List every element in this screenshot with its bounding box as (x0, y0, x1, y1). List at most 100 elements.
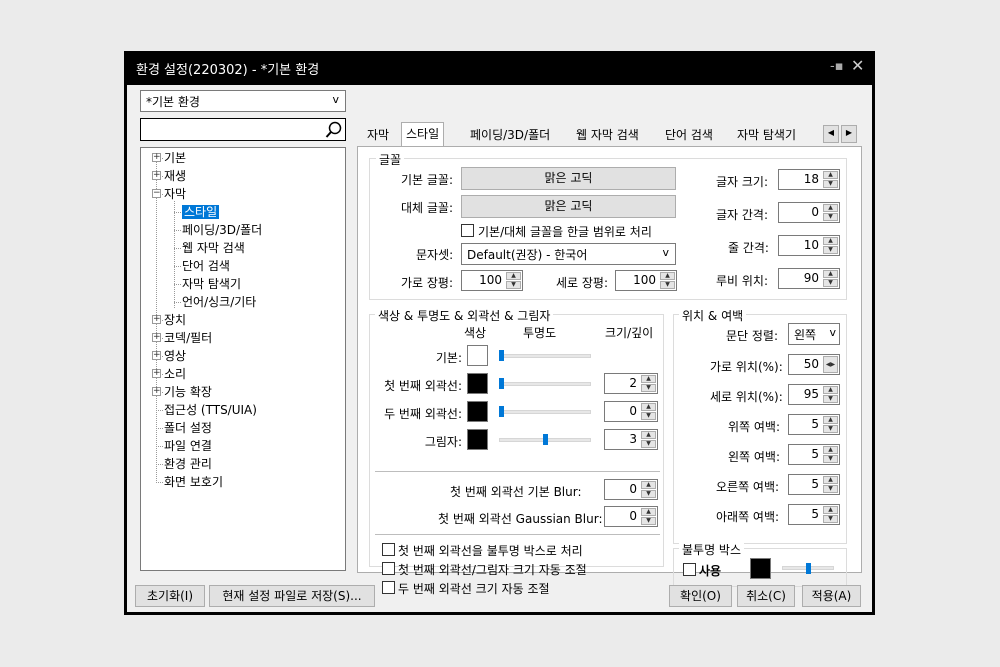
char-spacing-stepper[interactable]: 0 ▲ ▼ (778, 202, 840, 223)
spin-up-icon[interactable]: ▲ (641, 375, 656, 383)
tree-item-subtitle[interactable]: 자막 (164, 185, 186, 203)
ok-button[interactable]: 확인(O) (669, 585, 732, 607)
slider-thumb[interactable] (499, 350, 504, 361)
size-stepper-shadow[interactable]: 3 ▲ ▼ (604, 429, 658, 450)
tree-item-web-subtitle-search[interactable]: 웹 자막 검색 (182, 239, 245, 257)
tree-item-fading-3d-folder[interactable]: 페이딩/3D/폴더 (182, 221, 262, 239)
tree-item-sound[interactable]: 소리 (164, 365, 186, 383)
line-spacing-stepper[interactable]: 10 ▲ ▼ (778, 235, 840, 256)
tab-scroll-left-icon[interactable]: ◀ (823, 125, 839, 143)
spin-down-icon[interactable]: ▼ (506, 281, 521, 289)
tree-item-folder-settings[interactable]: 폴더 설정 (164, 419, 212, 437)
tree-item-word-search[interactable]: 단어 검색 (182, 257, 230, 275)
spin-up-icon[interactable]: ▲ (641, 508, 656, 516)
tree-item-style[interactable]: 스타일 (182, 203, 220, 221)
spin-down-icon[interactable]: ▼ (823, 485, 838, 493)
collapse-icon[interactable]: − (152, 189, 161, 198)
tab-subtitle[interactable]: 자막 (363, 124, 393, 146)
tree-item-profile-manage[interactable]: 환경 관리 (164, 455, 212, 473)
spin-up-icon[interactable]: ▲ (823, 416, 838, 424)
slider-thumb[interactable] (499, 406, 504, 417)
opaque-use-checkbox[interactable] (683, 563, 696, 576)
expand-icon[interactable]: + (152, 333, 161, 342)
spin-up-icon[interactable]: ▲ (823, 506, 838, 514)
spin-up-icon[interactable]: ▲ (506, 272, 521, 280)
spin-up-icon[interactable]: ▲ (641, 481, 656, 489)
alt-font-button[interactable]: 맑은 고딕 (461, 195, 676, 218)
spin-up-icon[interactable]: ▲ (660, 272, 675, 280)
spin-up-icon[interactable]: ▲ (641, 403, 656, 411)
spin-down-icon[interactable]: ▼ (823, 455, 838, 463)
spin-up-icon[interactable]: ▲ (823, 237, 838, 245)
spin-left-right-icon[interactable]: ◀▶ (823, 356, 838, 373)
opacity-slider-outline1[interactable] (499, 382, 591, 386)
expand-icon[interactable]: + (152, 369, 161, 378)
blur-stepper[interactable]: 0 ▲ ▼ (604, 479, 658, 500)
spin-up-icon[interactable]: ▲ (823, 270, 838, 278)
font-size-stepper[interactable]: 18 ▲ ▼ (778, 169, 840, 190)
spin-down-icon[interactable]: ▼ (823, 213, 838, 221)
title-bar[interactable]: 환경 설정(220302) - *기본 환경 ‑▪ ✕ (124, 51, 875, 85)
color-swatch-outline2[interactable] (467, 401, 488, 422)
opaque-color-swatch[interactable] (750, 558, 771, 579)
left-margin-stepper[interactable]: 5 ▲ ▼ (788, 444, 840, 465)
tab-web-subtitle-search[interactable]: 웹 자막 검색 (572, 124, 643, 146)
vpos-stepper[interactable]: 95 ▲ ▼ (788, 384, 840, 405)
slider-thumb[interactable] (499, 378, 504, 389)
vscale-stepper[interactable]: 100 ▲ ▼ (615, 270, 677, 291)
align-combo[interactable]: 왼쪽 v (788, 323, 840, 345)
cancel-button[interactable]: 취소(C) (737, 585, 795, 607)
tree-item-file-association[interactable]: 파일 연결 (164, 437, 212, 455)
spin-down-icon[interactable]: ▼ (660, 281, 675, 289)
spin-down-icon[interactable]: ▼ (823, 279, 838, 287)
close-icon[interactable]: ✕ (851, 56, 864, 75)
auto-size2-checkbox[interactable] (382, 581, 395, 594)
hscale-stepper[interactable]: 100 ▲ ▼ (461, 270, 523, 291)
tab-word-search[interactable]: 단어 검색 (661, 124, 717, 146)
reset-button[interactable]: 초기화(I) (135, 585, 205, 607)
spin-down-icon[interactable]: ▼ (823, 515, 838, 523)
tree-item-playback[interactable]: 재생 (164, 167, 186, 185)
opaque-box-checkbox[interactable] (382, 543, 395, 556)
tree-item-codec-filter[interactable]: 코덱/필터 (164, 329, 212, 347)
save-file-button[interactable]: 현재 설정 파일로 저장(S)... (209, 585, 375, 607)
spin-up-icon[interactable]: ▲ (823, 476, 838, 484)
hpos-stepper[interactable]: 50 ◀▶ (788, 354, 840, 375)
ruby-pos-stepper[interactable]: 90 ▲ ▼ (778, 268, 840, 289)
expand-icon[interactable]: + (152, 171, 161, 180)
top-margin-stepper[interactable]: 5 ▲ ▼ (788, 414, 840, 435)
spin-up-icon[interactable]: ▲ (823, 204, 838, 212)
spin-down-icon[interactable]: ▼ (823, 180, 838, 188)
tab-subtitle-explorer[interactable]: 자막 탐색기 (733, 124, 800, 146)
opacity-slider-base[interactable] (499, 354, 591, 358)
spin-down-icon[interactable]: ▼ (823, 246, 838, 254)
expand-icon[interactable]: + (152, 351, 161, 360)
tree-item-screensaver[interactable]: 화면 보호기 (164, 473, 223, 491)
base-font-button[interactable]: 맑은 고딕 (461, 167, 676, 190)
auto-size1-checkbox[interactable] (382, 562, 395, 575)
expand-icon[interactable]: + (152, 315, 161, 324)
tree-item-device[interactable]: 장치 (164, 311, 186, 329)
gauss-stepper[interactable]: 0 ▲ ▼ (604, 506, 658, 527)
spin-up-icon[interactable]: ▲ (823, 386, 838, 394)
spin-down-icon[interactable]: ▼ (641, 517, 656, 525)
slider-thumb[interactable] (542, 434, 548, 445)
spin-down-icon[interactable]: ▼ (641, 412, 656, 420)
tree-item-accessibility[interactable]: 접근성 (TTS/UIA) (164, 401, 257, 419)
tree-item-language-sync-etc[interactable]: 언어/싱크/기타 (182, 293, 256, 311)
charset-combo[interactable]: Default(권장) - 한국어 v (461, 243, 676, 265)
slider-thumb[interactable] (805, 563, 811, 574)
hangul-range-checkbox[interactable] (461, 224, 474, 237)
spin-down-icon[interactable]: ▼ (823, 395, 838, 403)
spin-up-icon[interactable]: ▲ (823, 171, 838, 179)
tree-item-video[interactable]: 영상 (164, 347, 186, 365)
spin-down-icon[interactable]: ▼ (641, 490, 656, 498)
right-margin-stepper[interactable]: 5 ▲ ▼ (788, 474, 840, 495)
spin-down-icon[interactable]: ▼ (641, 384, 656, 392)
spin-up-icon[interactable]: ▲ (641, 431, 656, 439)
apply-button[interactable]: 적용(A) (802, 585, 861, 607)
tab-fading-3d-folder[interactable]: 페이딩/3D/폴더 (466, 124, 554, 146)
tab-style[interactable]: 스타일 (401, 122, 445, 147)
expand-icon[interactable]: + (152, 387, 161, 396)
color-swatch-base[interactable] (467, 345, 488, 366)
